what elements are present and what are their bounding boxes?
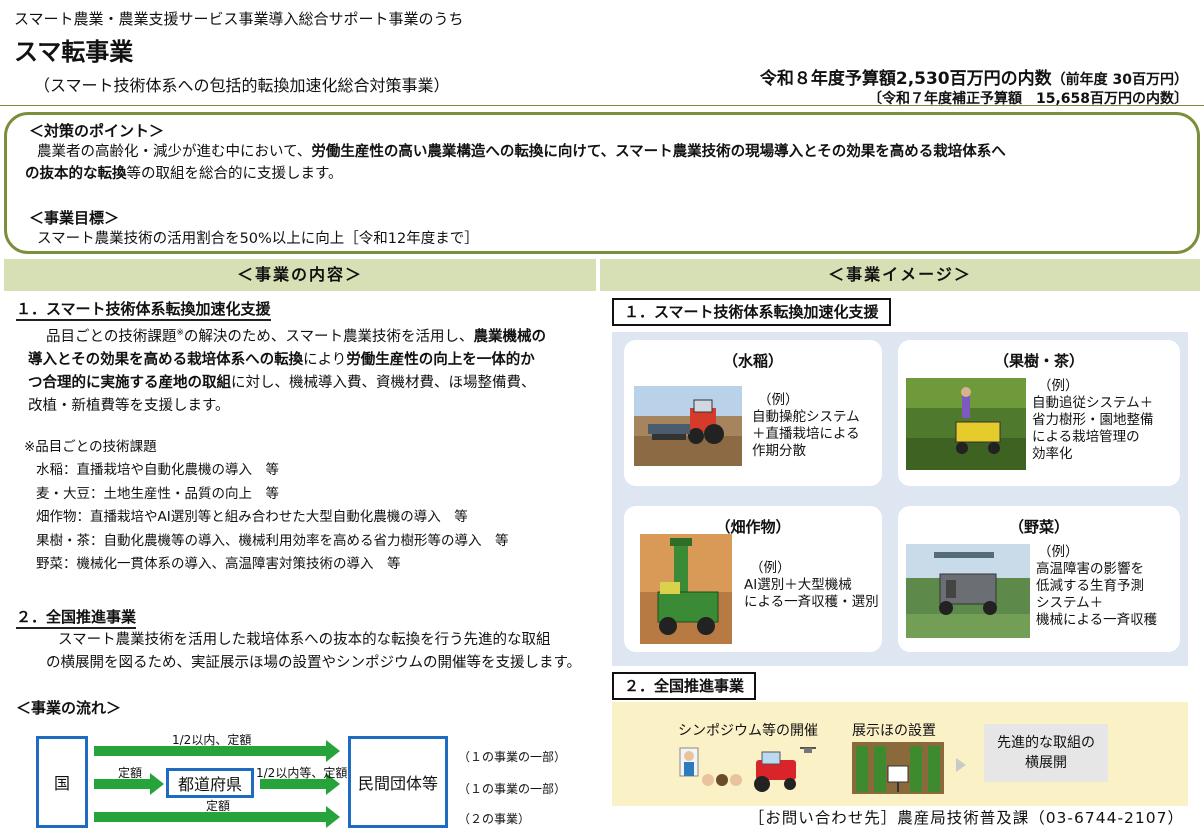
list-item: 果樹・茶：自動化農機等の導入、機械利用効率を高める省力樹形等の導入 等 xyxy=(36,532,509,549)
list-item: 水稲：直播栽培や自動化農機の導入 等 xyxy=(36,462,279,478)
national-promotion-panel: シンポジウム等の開催 展示ほの設置 先進的な取組の 横展開 xyxy=(612,702,1188,806)
content-paragraph-1: 品目ごとの技術課題※の解決のため、スマート農業技術を活用し、農業機械の 導入とそ… xyxy=(28,328,546,414)
demo-plot-illustration xyxy=(852,742,944,794)
points-text-plain-2: 等の取組を総合的に支援します。 xyxy=(126,166,343,182)
card-title: （野菜） xyxy=(1008,518,1069,536)
image-label-2: ２．全国推進事業 xyxy=(612,672,757,700)
content-section-header: ＜事業の内容＞ xyxy=(4,259,596,291)
symposium-illustration xyxy=(678,742,818,794)
card-fruit-tea: （果樹・茶） （例） 自動追従システム＋ 省力樹形・園地整備 による栽培管理の … xyxy=(898,340,1180,486)
card-vegetables: （野菜） （例） 高温障害の影響を 低減する生育予測 システム＋ 機械による一斉… xyxy=(898,506,1180,652)
page-title: スマ転事業 xyxy=(14,38,134,66)
arrow-right-icon xyxy=(956,758,966,772)
orchard-robot-photo xyxy=(906,378,1026,470)
flow-label-2a: 定額 xyxy=(118,766,143,780)
vegetable-harvester-photo xyxy=(906,544,1030,638)
points-line-1: 農業者の高齢化・減少が進む中において、労働生産性の高い農業構造への転換に向けて、… xyxy=(37,141,1187,163)
flow-note-3: （２の事業） xyxy=(458,812,531,826)
program-full-name: （スマート技術体系への包括的転換加速化総合対策事業） xyxy=(34,76,450,95)
flow-label-3: 定額 xyxy=(206,799,231,813)
program-subtitle: スマート農業・農業支援サービス事業導入総合サポート事業のうち xyxy=(14,10,464,28)
flow-label-2b: 1/2以内等、定額 xyxy=(256,766,348,780)
content-heading-2: ２．全国推進事業 xyxy=(16,606,137,629)
budget-amount: 令和８年度予算額2,530百万円の内数（前年度 30百万円） xyxy=(760,64,1188,89)
content-heading-1: １．スマート技術体系転換加速化支援 xyxy=(16,298,271,321)
card-text: （例） 自動操舵システム ＋直播栽培による 作期分散 xyxy=(752,392,860,459)
flow-prefecture-box: 都道府県 xyxy=(166,768,254,798)
card-field-crops: （畑作物） （例） AI選別＋大型機械 による一斉収穫・選別 xyxy=(624,506,882,652)
flow-note-2: （１の事業の一部） xyxy=(458,782,567,796)
example-panel: （水稲） （例） 自動操舵システム ＋直播栽培による 作期分散 （果樹・茶） （… xyxy=(612,332,1188,666)
flow-heading: ＜事業の流れ＞ xyxy=(16,699,122,717)
image-label-1: １．スマート技術体系転換加速化支援 xyxy=(612,298,891,326)
card-title: （果樹・茶） xyxy=(993,352,1084,370)
rice-tractor-photo xyxy=(634,386,742,466)
tech-issues-heading: ※品目ごとの技術課題 xyxy=(24,439,157,455)
list-item: 畑作物：直播栽培やAI選別等と組み合わせた大型自動化農機の導入 等 xyxy=(36,509,468,525)
goal-heading: ＜事業目標＞ xyxy=(29,209,120,227)
card-rice: （水稲） （例） 自動操舵システム ＋直播栽培による 作期分散 xyxy=(624,340,882,486)
harvester-photo xyxy=(640,534,732,644)
points-text-emphasis-2: の抜本的な転換 xyxy=(25,166,127,182)
points-text-emphasis: 労働生産性の高い農業構造への転換に向けて、スマート農業技術の現場導入とその効果を… xyxy=(311,144,1006,160)
flow-country-box: 国 xyxy=(36,736,88,828)
points-heading: ＜対策のポイント＞ xyxy=(29,122,165,140)
list-item: 麦・大豆：土地生産性・品質の向上 等 xyxy=(36,485,279,502)
policy-points-box: ＜対策のポイント＞ 農業者の高齢化・減少が進む中において、労働生産性の高い農業構… xyxy=(4,112,1200,254)
symposium-label: シンポジウム等の開催 xyxy=(678,723,818,739)
flow-note-1: （１の事業の一部） xyxy=(458,750,567,764)
tech-issues-list: 水稲：直播栽培や自動化農機の導入 等 麦・大豆：土地生産性・品質の向上 等 畑作… xyxy=(36,459,509,577)
points-line-2: の抜本的な転換等の取組を総合的に支援します。 xyxy=(25,163,343,185)
budget-main-text: 令和８年度予算額2,530百万円の内数 xyxy=(759,69,1052,89)
goal-text: スマート農業技術の活用割合を50%以上に向上［令和12年度まで］ xyxy=(37,231,479,247)
content-paragraph-2: スマート農業技術を活用した栽培体系への抜本的な転換を行う先進的な取組 の横展開を… xyxy=(46,632,582,671)
flow-private-box: 民間団体等 xyxy=(348,736,448,828)
card-text: （例） 自動追従システム＋ 省力樹形・園地整備 による栽培管理の 効率化 xyxy=(1032,378,1154,462)
list-item: 野菜：機械化一貫体系の導入、高温障害対策技術の導入 等 xyxy=(36,556,401,572)
points-text-plain: 農業者の高齢化・減少が進む中において、 xyxy=(37,144,312,160)
budget-prev-year: （前年度 30百万円） xyxy=(1051,72,1188,88)
image-section-header: ＜事業イメージ＞ xyxy=(600,259,1200,291)
contact-info: ［お問い合わせ先］農産局技術普及課（03-6744-2107） xyxy=(748,809,1184,827)
flow-label-1: 1/2以内、定額 xyxy=(172,733,252,747)
card-title: （水稲） xyxy=(722,352,783,370)
header-divider xyxy=(0,105,1204,106)
card-text: （例） 高温障害の影響を 低減する生育予測 システム＋ 機械による一斉収穫 xyxy=(1036,544,1158,628)
spread-box: 先進的な取組の 横展開 xyxy=(984,724,1108,782)
demo-plot-label: 展示ほの設置 xyxy=(852,723,936,739)
card-text: （例） AI選別＋大型機械 による一斉収穫・選別 xyxy=(744,560,879,610)
